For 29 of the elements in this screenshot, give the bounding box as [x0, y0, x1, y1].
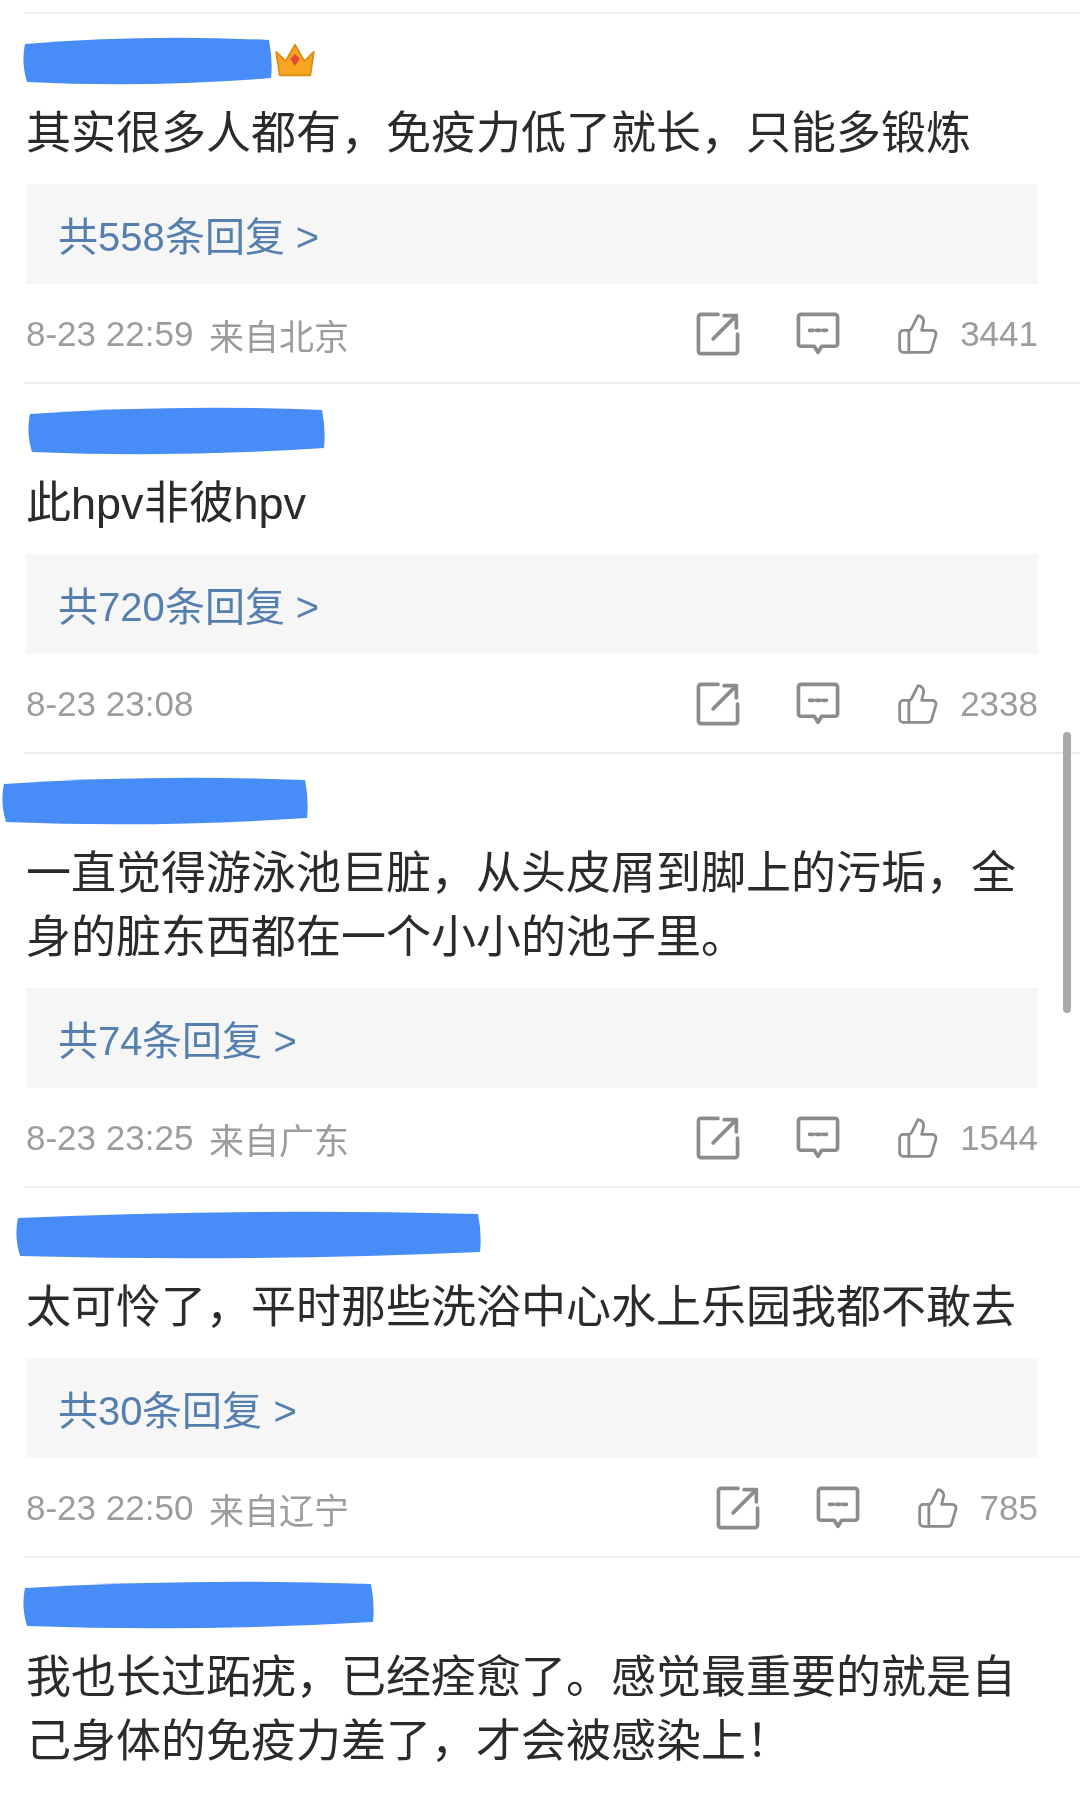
location-text: 来自广东	[209, 1120, 350, 1163]
like-button[interactable]: 3441	[896, 312, 1038, 356]
share-icon[interactable]	[696, 682, 741, 726]
comment-text: 太可怜了，平时那些洗浴中心水上乐园我都不敢去	[26, 1281, 1017, 1335]
share-icon[interactable]	[715, 1486, 760, 1530]
share-icon[interactable]	[696, 1116, 741, 1160]
comment-icon[interactable]	[796, 682, 841, 726]
share-icon[interactable]	[696, 312, 741, 356]
timestamp: 8-23 23:08	[26, 684, 194, 724]
comment-icon[interactable]	[815, 1486, 860, 1530]
location-text: 来自北京	[209, 316, 350, 359]
comment-text: 我也长过跖疣，已经痊愈了。感觉最重要的就是自己身体的免疫力差了，才会被感染上！	[26, 1651, 1017, 1769]
comment-icon[interactable]	[796, 312, 841, 356]
location-text: 来自辽宁	[209, 1490, 350, 1533]
replies-link[interactable]: 共30条回复 >	[26, 1358, 1038, 1458]
replies-link[interactable]: 共558条回复 >	[26, 184, 1038, 284]
timestamp: 8-23 23:25	[26, 1118, 194, 1158]
like-button[interactable]: 2338	[896, 682, 1038, 726]
comment-text: 一直觉得游泳池巨脏，从头皮屑到脚上的污垢，全身的脏东西都在一个小小的池子里。	[26, 847, 1017, 965]
like-button[interactable]: 785	[915, 1486, 1038, 1530]
timestamp: 8-23 22:50	[26, 1488, 194, 1528]
replies-link[interactable]: 共720条回复 >	[26, 554, 1038, 654]
thumbs-up-icon	[915, 1486, 960, 1530]
replies-link[interactable]: 共74条回复 >	[26, 988, 1038, 1088]
comment-text: 其实很多人都有，免疫力低了就长，只能多锻炼	[26, 107, 972, 161]
timestamp: 8-23 22:59	[26, 314, 194, 354]
comment-text: 此hpv非彼hpv	[26, 477, 308, 531]
comment-icon[interactable]	[796, 1116, 841, 1160]
like-button[interactable]: 1544	[896, 1116, 1038, 1160]
